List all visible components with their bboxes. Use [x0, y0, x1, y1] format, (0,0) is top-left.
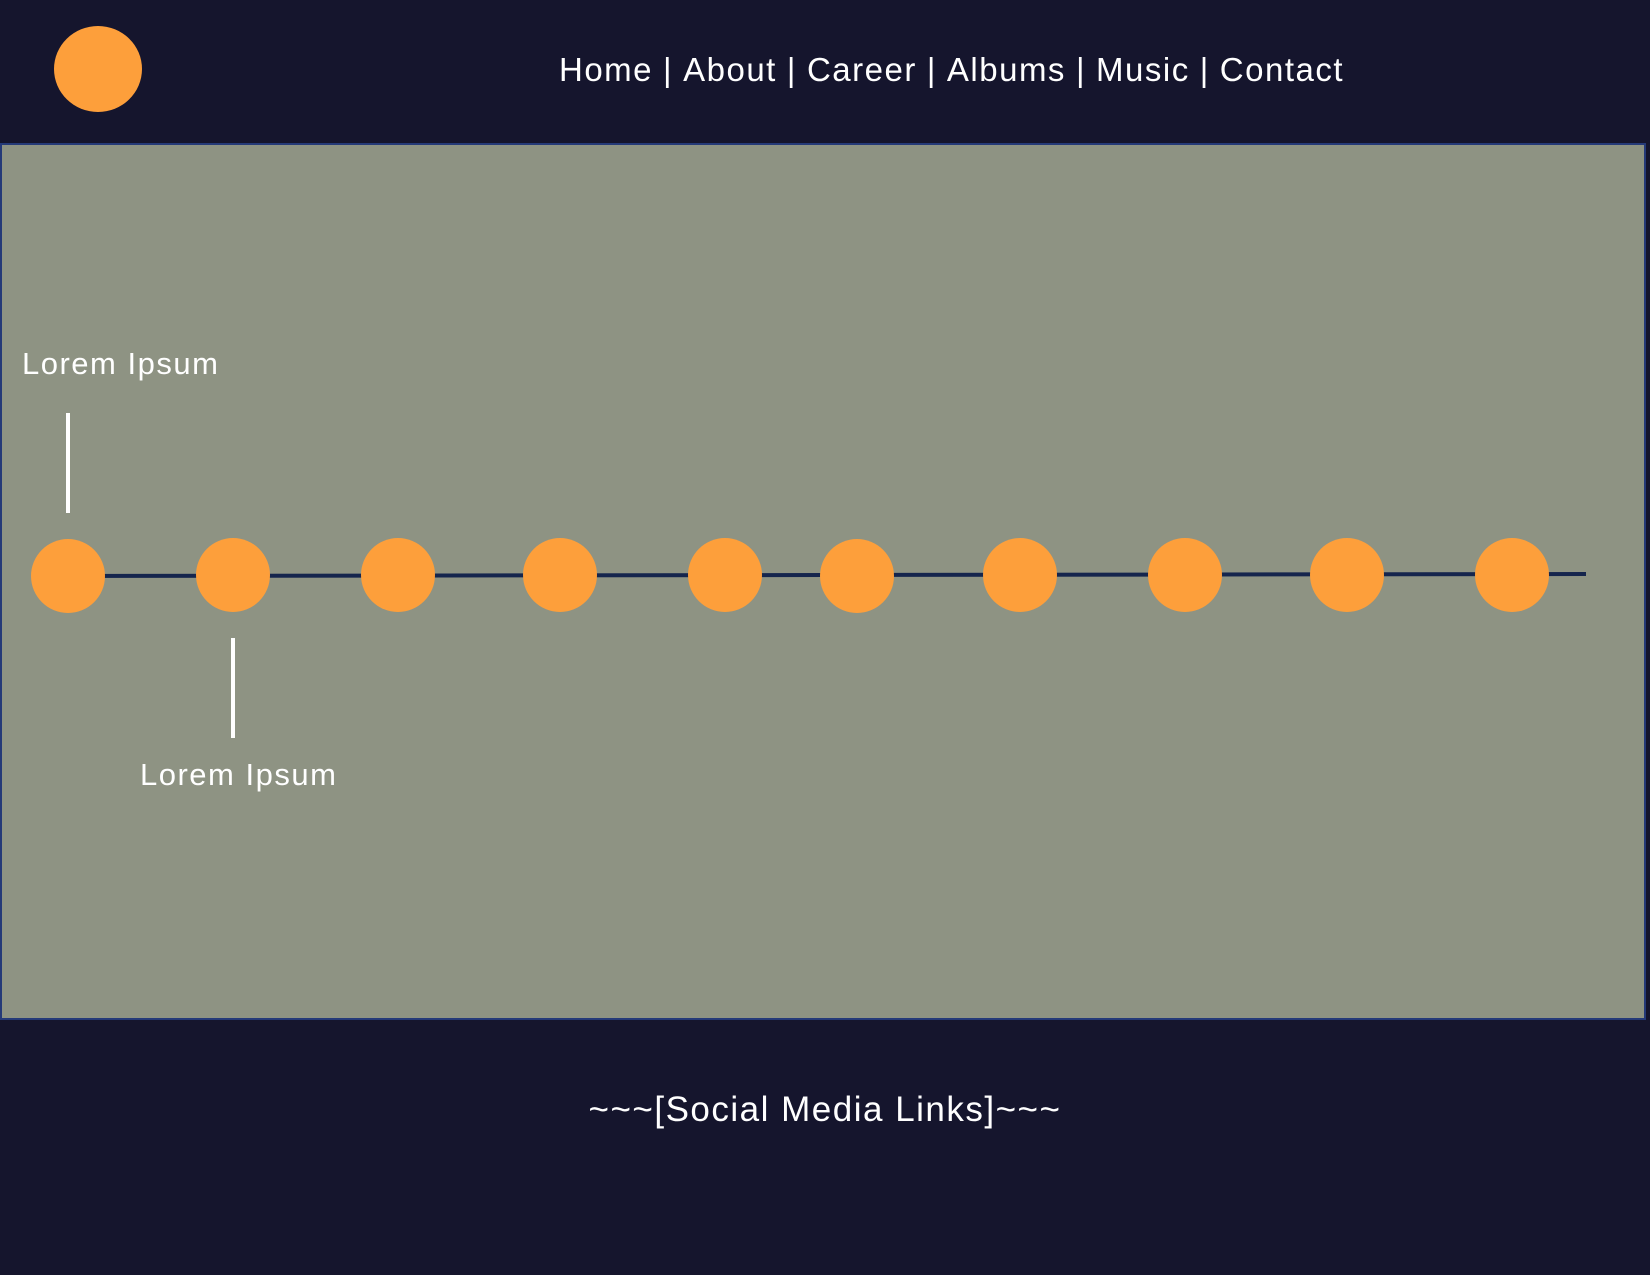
timeline-node[interactable]	[361, 538, 435, 612]
site-header: Home | About | Career | Albums | Music |…	[0, 0, 1650, 143]
nav-albums[interactable]: Albums	[947, 51, 1066, 89]
timeline-panel: Lorem Ipsum Lorem Ipsum	[0, 143, 1646, 1020]
logo-circle[interactable]	[54, 26, 142, 112]
nav-career[interactable]: Career	[807, 51, 917, 89]
nav-separator: |	[663, 51, 674, 88]
nav-separator: |	[786, 51, 797, 88]
nav-separator: |	[1199, 51, 1210, 88]
timeline-node[interactable]	[983, 538, 1057, 612]
timeline-node[interactable]	[1475, 538, 1549, 612]
nav-home[interactable]: Home	[559, 51, 653, 89]
nav-music[interactable]: Music	[1096, 51, 1190, 89]
timeline-graphic	[31, 413, 1587, 738]
timeline-node[interactable]	[688, 538, 762, 612]
social-media-links[interactable]: ~~~[Social Media Links]~~~	[0, 1090, 1650, 1130]
timeline-node[interactable]	[196, 538, 270, 612]
timeline-node[interactable]	[1310, 538, 1384, 612]
timeline-node[interactable]	[31, 539, 105, 613]
nav-separator: |	[1075, 51, 1087, 88]
timeline-node[interactable]	[1148, 538, 1222, 612]
nav-contact[interactable]: Contact	[1220, 51, 1344, 89]
timeline-label-above: Lorem Ipsum	[22, 346, 220, 381]
nav-about[interactable]: About	[683, 51, 777, 89]
timeline-label-below: Lorem Ipsum	[140, 757, 338, 792]
timeline-node[interactable]	[820, 539, 894, 613]
main-nav: Home | About | Career | Albums | Music |…	[559, 48, 1344, 92]
timeline-node[interactable]	[523, 538, 597, 612]
nav-separator: |	[926, 51, 937, 88]
site-footer: ~~~[Social Media Links]~~~	[0, 1020, 1650, 1275]
